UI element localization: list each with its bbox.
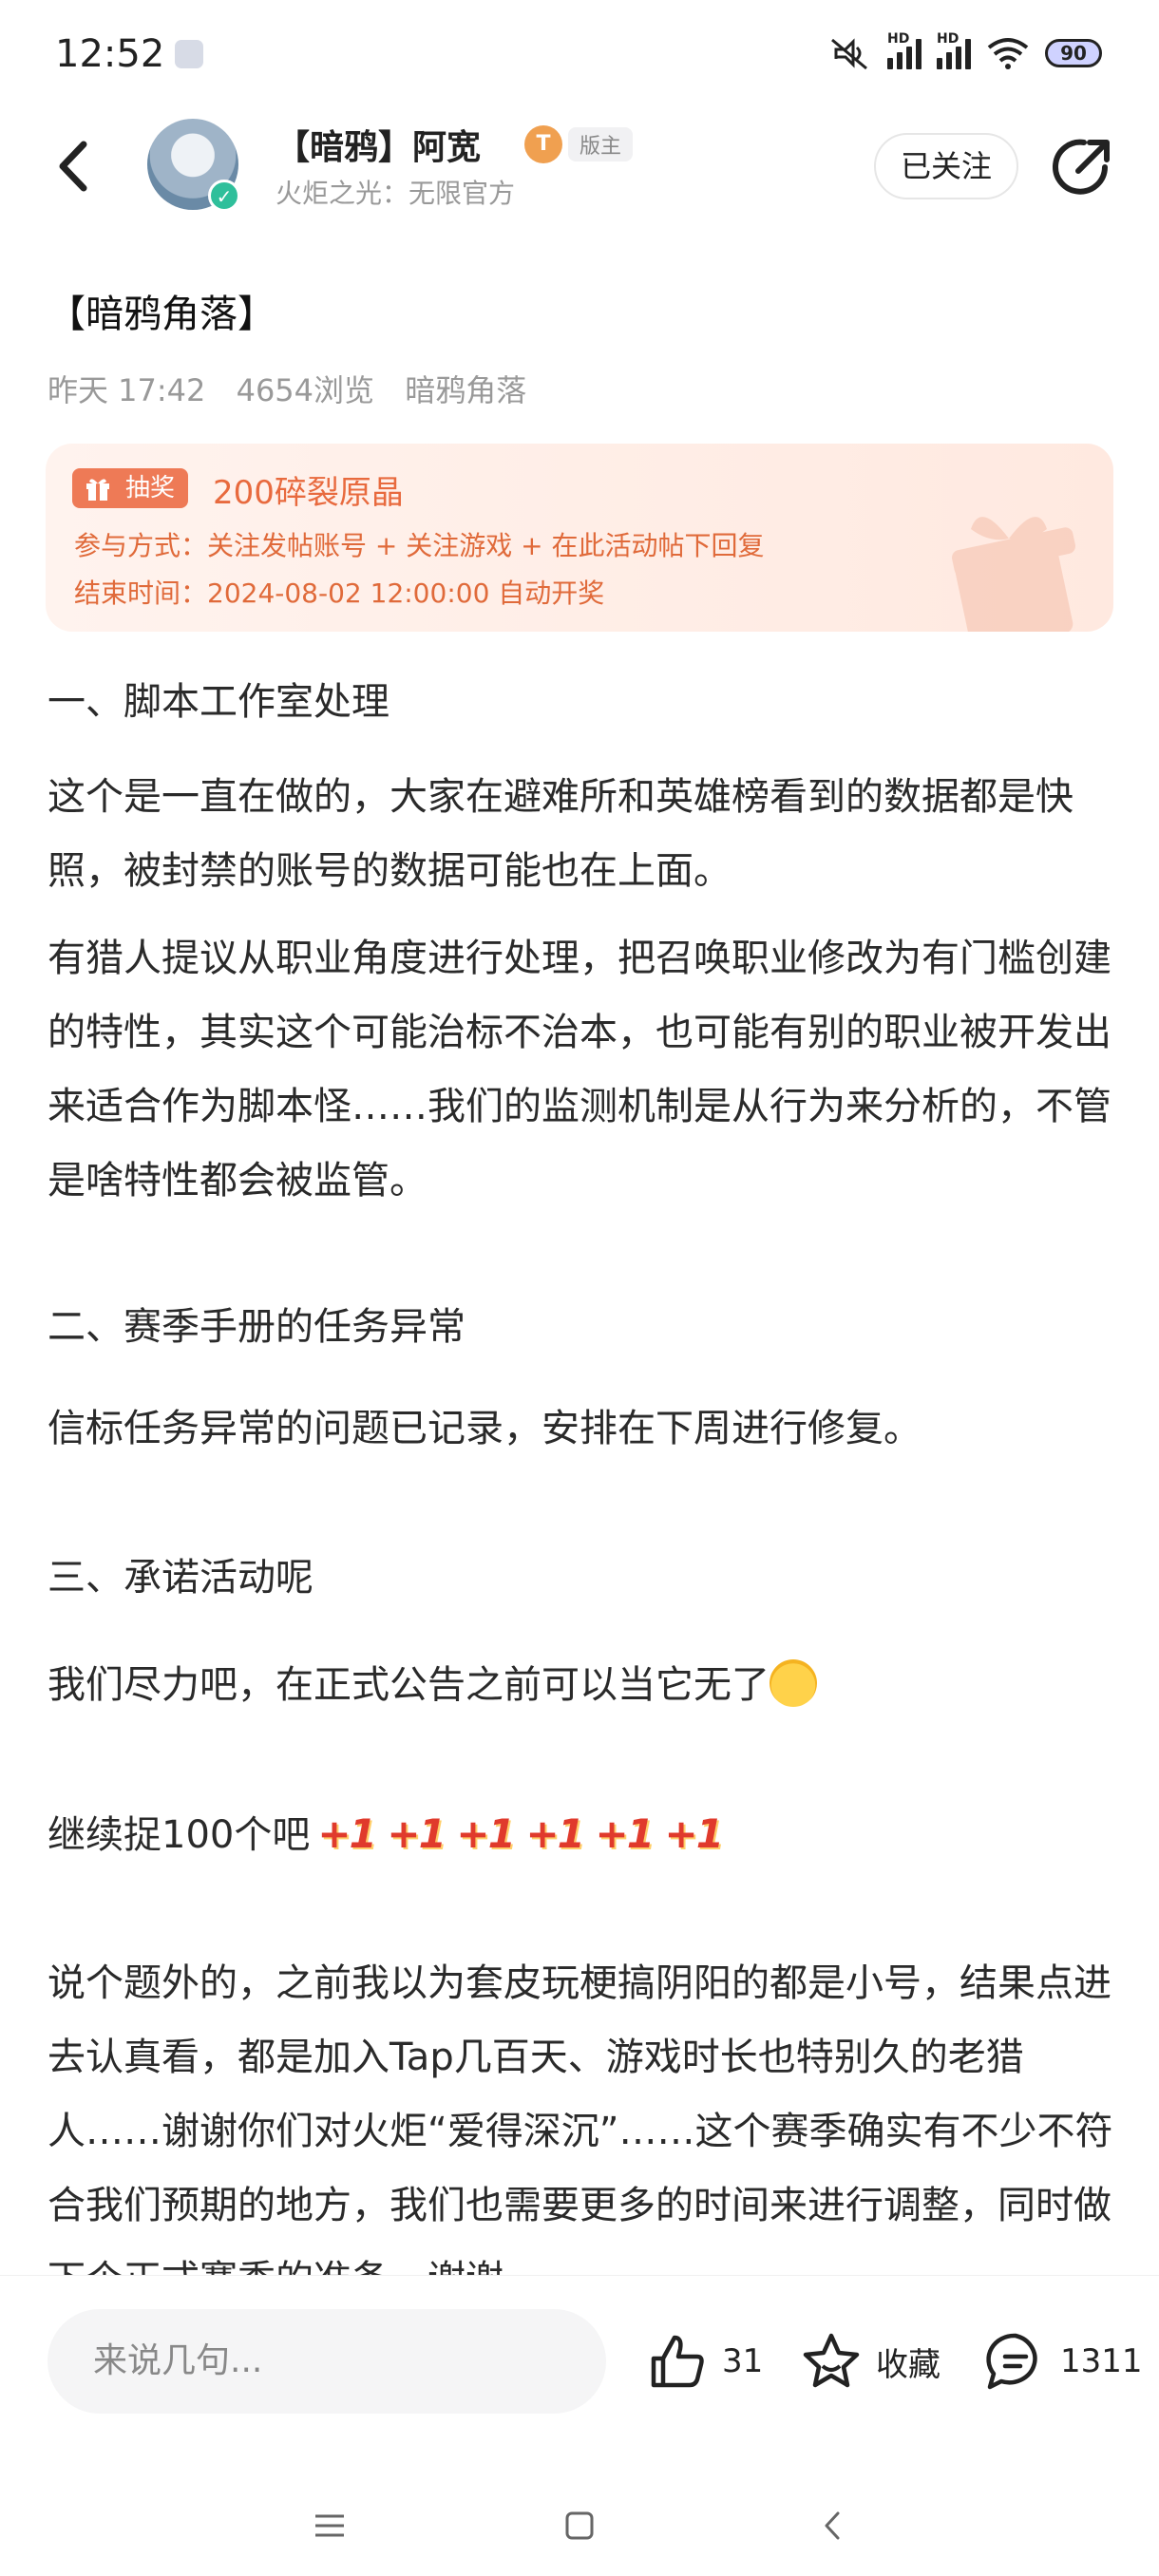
- menu-icon[interactable]: [306, 2502, 353, 2549]
- favorite-label: 收藏: [876, 2345, 940, 2384]
- home-icon[interactable]: [556, 2502, 603, 2549]
- status-icons: HD HD 90: [826, 31, 1102, 74]
- hd-label: HD: [887, 31, 910, 47]
- wifi-icon: [987, 38, 1029, 69]
- level-badge: T: [524, 125, 562, 163]
- paragraph-3: 信标任务异常的问题已记录，安排在下周进行修复。: [48, 1407, 922, 1450]
- comment-count: 1311: [1060, 2342, 1143, 2380]
- notification-app-icon: [175, 40, 203, 68]
- author-subtitle: 火炬之光：无限官方: [276, 178, 516, 209]
- like-count: 31: [722, 2342, 764, 2380]
- paragraph-6: 说个题外的，之前我以为套皮玩梗搞阴阳的都是小号，结果点进去认真看，都是加入Tap…: [48, 1961, 1113, 2275]
- post-meta: 昨天 17:42 4654浏览 暗鸦角落: [48, 367, 547, 410]
- paragraph-4-text: 我们尽力吧，在正式公告之前可以当它无了: [48, 1663, 770, 1707]
- paragraph-5: 继续捉100个吧 +1 +1 +1 +1 +1 +1: [48, 1797, 1121, 1872]
- hd-label-2: HD: [937, 31, 960, 47]
- comment-input[interactable]: 来说几句...: [48, 2309, 606, 2414]
- system-nav-bar: [0, 2470, 1159, 2576]
- lottery-tag-label: 抽奖: [125, 474, 176, 502]
- star-icon: [803, 2333, 860, 2388]
- status-bar: 12:52 HD HD 90: [0, 0, 1159, 104]
- section-heading-3: 三、承诺活动呢: [48, 1556, 314, 1600]
- lottery-tag: 抽奖: [72, 468, 189, 508]
- paragraph-6-clip: 说个题外的，之前我以为套皮玩梗搞阴阳的都是小号，结果点进去认真看，都是加入Tap…: [0, 1938, 1159, 2275]
- share-icon[interactable]: [1050, 133, 1116, 199]
- paragraph-4: 我们尽力吧，在正式公告之前可以当它无了: [48, 1648, 1121, 1722]
- comments-button[interactable]: 1311: [984, 2319, 1143, 2404]
- post-views: 4654浏览: [236, 372, 375, 408]
- post-date: 昨天 17:42: [48, 372, 206, 408]
- bottom-action-bar: 来说几句... 31 收藏 1311: [0, 2275, 1159, 2466]
- plus-one-stickers: +1 +1 +1 +1 +1 +1: [317, 1810, 724, 1857]
- gift-decoration-icon: [951, 517, 1076, 632]
- back-arrow-icon[interactable]: [46, 133, 103, 199]
- signal-icon-2: HD: [937, 31, 971, 69]
- post-title: 【暗鸦角落】: [48, 293, 276, 336]
- lottery-end-time: 结束时间：2024-08-02 12:00:00 自动开奖: [74, 578, 605, 609]
- moderator-tag: 版主: [568, 127, 634, 161]
- thumbs-up-icon: [651, 2335, 704, 2388]
- lottery-prize: 200碎裂原晶: [213, 474, 404, 512]
- paragraph-1: 这个是一直在做的，大家在避难所和英雄榜看到的数据都是快照，被封禁的账号的数据可能…: [48, 775, 1074, 893]
- gift-icon: [86, 479, 109, 501]
- status-time: 12:52: [55, 32, 165, 76]
- verified-icon: ✓: [208, 180, 240, 212]
- like-button[interactable]: 31: [646, 2319, 763, 2404]
- sad-face-emoji-icon: [770, 1659, 817, 1707]
- section-heading-2: 二、赛季手册的任务异常: [48, 1305, 466, 1349]
- author-name[interactable]: 【暗鸦】阿宽: [276, 120, 481, 169]
- battery-icon: 90: [1045, 39, 1102, 67]
- mute-icon: [831, 38, 867, 70]
- paragraph-5-text: 继续捉100个吧: [48, 1813, 311, 1857]
- comment-icon: [986, 2333, 1037, 2390]
- avatar[interactable]: ✓: [147, 119, 240, 212]
- follow-button[interactable]: 已关注: [874, 133, 1018, 199]
- lottery-participation: 参与方式：关注发帖账号 + 关注游戏 + 在此活动帖下回复: [74, 530, 765, 561]
- paragraph-2: 有猎人提议从职业角度进行处理，把召唤职业修改为有门槛创建的特性，其实这个可能治标…: [48, 937, 1112, 1203]
- signal-icon: HD: [887, 31, 922, 69]
- post-header: ✓ 【暗鸦】阿宽 T 版主 火炬之光：无限官方 已关注: [0, 104, 1159, 228]
- post-board[interactable]: 暗鸦角落: [405, 372, 526, 408]
- lottery-card[interactable]: 抽奖 200碎裂原晶 参与方式：关注发帖账号 + 关注游戏 + 在此活动帖下回复…: [46, 444, 1113, 632]
- favorite-button[interactable]: 收藏: [800, 2319, 940, 2404]
- back-icon[interactable]: [809, 2502, 857, 2549]
- section-heading-1: 一、脚本工作室处理: [48, 680, 390, 724]
